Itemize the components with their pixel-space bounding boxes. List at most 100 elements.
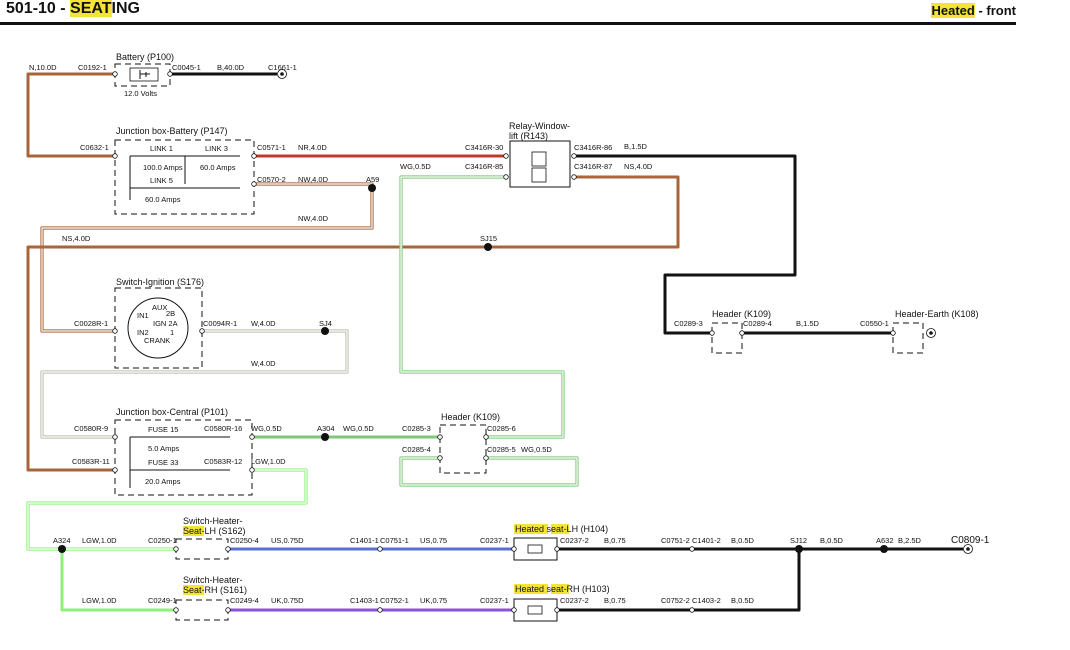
jb-battery-label: Junction box-Battery (P147) (116, 126, 228, 136)
wire-label-ns40a: NS,4.0D (62, 234, 91, 243)
wire-label-wg05b: WG,0.5D (251, 424, 282, 433)
connector-c0632: C0632-1 (80, 143, 109, 152)
switch-lh-label-line1: Switch-Heater- (183, 516, 243, 526)
splice-a324: A324 (53, 536, 71, 545)
ign-2a: IGN 2A (153, 319, 178, 328)
connector-c3416-87: C3416R-87 (574, 162, 612, 171)
heated-seat-lh-label: Heated seat-LH (H104) (515, 524, 608, 534)
ign-crank: CRANK (144, 336, 170, 345)
battery-label: Battery (P100) (116, 52, 174, 62)
connector-c3416-85: C3416R-85 (465, 162, 503, 171)
connector-c0094: C0094R-1 (203, 319, 237, 328)
connector-c0192: C0192-1 (78, 63, 107, 72)
header-k109-top-label: Header (K109) (712, 309, 771, 319)
wire-label-nw40b: NW,4.0D (298, 214, 329, 223)
connector-c0285-6: C0285-6 (487, 424, 516, 433)
wire-label-b05a: B,0.5D (731, 536, 755, 545)
connector-c0237-2-rh: C0237-2 (560, 596, 589, 605)
wire-label-b075b: B,0.75 (604, 596, 626, 605)
connector-c0289-3: C0289-3 (674, 319, 703, 328)
ign-in1: IN1 (137, 311, 149, 320)
wire-label-b40: B,40.0D (217, 63, 245, 72)
wire-label-wg05d: WG,0.5D (521, 445, 552, 454)
header-k109-mid-label: Header (K109) (441, 412, 500, 422)
wire-label-wg05a: WG,0.5D (400, 162, 431, 171)
connector-c0809: C0809-1 (951, 535, 990, 546)
wire-label-w40a: W,4.0D (251, 319, 276, 328)
battery-volts: 12.0 Volts (124, 89, 157, 98)
relay-label-line1: Relay-Window- (509, 121, 570, 131)
ignition-label: Switch-Ignition (S176) (116, 277, 204, 287)
connector-c1401-2: C1401-2 (692, 536, 721, 545)
wire-label-b05c: B,0.5D (731, 596, 755, 605)
connector-c0751-1: C0751-1 (380, 536, 409, 545)
fuse15-label: FUSE 15 (148, 425, 178, 434)
connector-c0751-2: C0751-2 (661, 536, 690, 545)
wire-label-lgw10a: LGW,1.0D (251, 457, 286, 466)
connector-c0237-1-rh: C0237-1 (480, 596, 509, 605)
wire-label-us075: US,0.75 (420, 536, 447, 545)
wire-label-us075d: US,0.75D (271, 536, 304, 545)
wire-label-lgw10c: LGW,1.0D (82, 596, 117, 605)
connector-c0250-4: C0250-4 (230, 536, 259, 545)
wire-label-b25: B,2.5D (898, 536, 922, 545)
wiring-diagram: Battery (P100) 12.0 Volts Junction box-B… (26, 52, 990, 622)
connector-c1401-1: C1401-1 (350, 536, 379, 545)
connector-c1403-2: C1403-2 (692, 596, 721, 605)
heated-seat-rh-label: Heated seat-RH (H103) (515, 584, 610, 594)
wire-label-b15a: B,1.5D (624, 142, 648, 151)
connector-c3416-86: C3416R-86 (574, 143, 612, 152)
wire-label-uk075: UK,0.75 (420, 596, 447, 605)
connector-c0289-4: C0289-4 (743, 319, 772, 328)
splice-a632: A632 (876, 536, 894, 545)
splice-a304: A304 (317, 424, 335, 433)
connector-c0571: C0571-1 (257, 143, 286, 152)
connector-c0550: C0550-1 (860, 319, 889, 328)
wire-label-uk075d: UK,0.75D (271, 596, 304, 605)
wire-wg05-loop (399, 456, 579, 487)
ign-2b: 2B (166, 309, 175, 318)
wire-nw40 (40, 182, 374, 333)
link1-amps: 100.0 Amps (143, 163, 183, 172)
connector-c3416-30: C3416R-30 (465, 143, 503, 152)
splice-a59: A59 (366, 175, 379, 184)
connector-c0570: C0570-2 (257, 175, 286, 184)
connector-c0285-5: C0285-5 (487, 445, 516, 454)
connector-c0285-4: C0285-4 (402, 445, 431, 454)
connector-c0249-4: C0249-4 (230, 596, 259, 605)
connector-c1403-1: C1403-1 (350, 596, 379, 605)
link3-label: LINK 3 (205, 144, 228, 153)
connector-c0028: C0028R-1 (74, 319, 108, 328)
connector-c1661: C1661-1 (268, 63, 297, 72)
ign-1: 1 (170, 328, 174, 337)
fuse15-amps: 5.0 Amps (148, 444, 180, 453)
connector-c0580-16: C0580R-16 (204, 424, 242, 433)
wire-label-nw40a: NW,4.0D (298, 175, 329, 184)
splice-sj15: SJ15 (480, 234, 497, 243)
link5-amps: 60.0 Amps (145, 195, 181, 204)
wire-label-w40b: W,4.0D (251, 359, 276, 368)
connector-c0237-1-lh: C0237-1 (480, 536, 509, 545)
switch-lh-label-line2: Seat-LH (S162) (183, 526, 246, 536)
wire-b15 (574, 154, 797, 335)
wire-label-b15b: B,1.5D (796, 319, 820, 328)
jb-central-label: Junction box-Central (P101) (116, 407, 228, 417)
wire-label-n10: N,10.0D (29, 63, 57, 72)
connector-c0580-9: C0580R-9 (74, 424, 108, 433)
relay-label-line2: lift (R143) (509, 131, 548, 141)
switch-rh-label-line1: Switch-Heater- (183, 575, 243, 585)
fuse33-label: FUSE 33 (148, 458, 178, 467)
link1-label: LINK 1 (150, 144, 173, 153)
connector-c0285-3: C0285-3 (402, 424, 431, 433)
connector-c0583-12: C0583R-12 (204, 457, 242, 466)
header-earth-label: Header-Earth (K108) (895, 309, 979, 319)
link3-amps: 60.0 Amps (200, 163, 236, 172)
connector-c0250-1: C0250-1 (148, 536, 177, 545)
wire-label-b05b: B,0.5D (820, 536, 844, 545)
splice-sj12: SJ12 (790, 536, 807, 545)
connector-c0752-1: C0752-1 (380, 596, 409, 605)
fuse33-amps: 20.0 Amps (145, 477, 181, 486)
wire-label-wg05c: WG,0.5D (343, 424, 374, 433)
connector-c0752-2: C0752-2 (661, 596, 690, 605)
wire-label-ns40b: NS,4.0D (624, 162, 653, 171)
